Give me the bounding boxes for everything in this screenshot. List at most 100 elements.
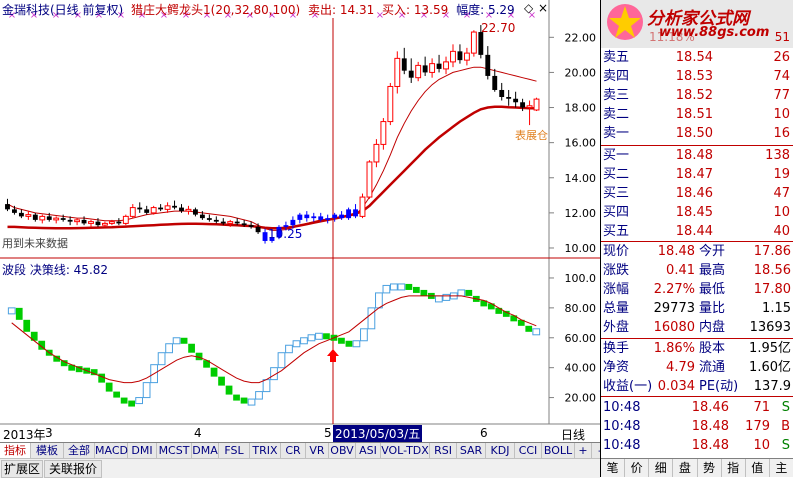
indicator-tab-voltdx[interactable]: VOL-TDX [381,443,430,458]
band-bar [210,367,218,377]
buy-row[interactable]: 买四 18.45 10 [601,203,793,222]
indicator-title: 猎庄大鳄龙头1(20,32,80,100) [131,3,301,17]
indicator-tab-sar[interactable]: SAR [457,443,486,458]
sell-volume: 74 [773,69,790,84]
indicator-tab-[interactable]: 全部 [64,443,95,458]
close-icon[interactable]: × [538,1,548,15]
band-bar [225,385,233,395]
quote-tab[interactable]: 细 [649,459,674,477]
indicator-tab-trix[interactable]: TRIX [250,443,281,458]
indicator-tab-fsl[interactable]: FSL [219,443,250,458]
indicator-tab-cr[interactable]: CR [281,443,306,458]
candle-body [101,222,108,226]
stat-label: 净资 [603,360,630,375]
candle-body [325,218,331,220]
quote-tab[interactable]: 势 [698,459,722,477]
band-bar [525,325,533,332]
stat-row: 涨幅 2.27% 最低 17.80 [601,280,793,299]
sell-row[interactable]: 卖四 18.53 74 [601,67,793,86]
sell-row[interactable]: 卖三 18.52 77 [601,86,793,105]
band-bar [367,307,376,330]
indicator-tab-mcst[interactable]: MCST [157,443,192,458]
indicator-tab-boll[interactable]: BOLL [542,443,575,458]
stat-value-2: 137.9 [753,379,791,394]
quote-tab[interactable]: 值 [746,459,770,477]
band-bar [23,319,31,332]
band-bar [285,344,293,354]
buy-row[interactable]: 买三 18.46 47 [601,184,793,203]
stat-value: 18.48 [657,244,695,259]
quote-tab[interactable]: 指 [722,459,746,477]
tick-time: 10:48 [603,419,641,434]
buy-volume: 138 [765,148,790,163]
indicator-tab-dma[interactable]: DMA [192,443,219,458]
buy-row[interactable]: 买五 18.44 40 [601,222,793,241]
sub-axis-label: 40.00 [565,362,597,375]
ad-banner[interactable]: 分析家公式网 www.88gs.com [601,0,793,48]
buy-label: 买入: 13.59 [382,3,449,17]
stat-label: 现价 [603,244,630,259]
sell-row[interactable]: 卖二 18.51 10 [601,105,793,124]
stat-row: 现价 18.48 今开 17.86 [601,242,793,261]
band-bar [434,295,443,303]
stat-value-2: 13693 [749,320,791,335]
quote-tab[interactable]: 盘 [673,459,698,477]
diamond-icon[interactable]: ◇ [524,1,533,15]
indicator-tab-cci[interactable]: CCI [515,443,542,458]
stat-value: 2.27% [653,282,695,297]
indicator-tab-vr[interactable]: VR [306,443,329,458]
candle-body [234,221,240,224]
band-bar [105,382,113,392]
quote-tab-bar: 笔价细盘势指值主 [601,458,793,477]
indicator-tab-kdj[interactable]: KDJ [486,443,515,458]
indicator-tab-rsi[interactable]: RSI [430,443,457,458]
period-label[interactable]: 日线 [561,426,585,443]
band-bar [345,340,353,347]
tick-volume: 10 [753,438,770,453]
candle-body [95,221,101,226]
indicator-tab-[interactable]: 指标 [0,443,31,458]
quote-tab[interactable]: 笔 [601,459,626,477]
ext-tab-related[interactable]: 关联报价 [44,460,102,478]
candle-body [332,214,338,219]
band-bar [7,307,16,315]
candle-body [415,64,422,79]
indicator-tab-[interactable]: 模板 [31,443,64,458]
candle-body [478,32,484,55]
indicator-tab-asi[interactable]: ASI [356,443,381,458]
range-label: 幅度: 5.29 [456,3,515,17]
candle-body [164,205,171,210]
candle-body [485,54,491,76]
indicator-tab-dmi[interactable]: DMI [128,443,157,458]
tick-price: 18.48 [691,438,729,453]
sell-volume: 16 [773,126,790,141]
indicator-tab-[interactable]: + [575,443,592,458]
main-axis-label: 16.00 [565,137,597,150]
high-annotation: 22.70 [481,21,516,35]
candle-body [450,50,456,63]
tick-price: 18.48 [691,419,729,434]
stat-label: 总量 [603,301,630,316]
stat-label-2: 内盘 [699,320,726,335]
buy-price: 18.46 [675,186,713,201]
band-bar [338,337,345,344]
indicator-tab-macd[interactable]: MACD [95,443,128,458]
main-axis-label: 14.00 [565,172,597,185]
sell-row[interactable]: 卖一 18.50 16 [601,124,793,143]
stat-label-2: 今开 [699,244,726,259]
candle-body [18,212,24,217]
indicator-tab-obv[interactable]: OBV [329,443,356,458]
stat-value: 29773 [653,301,695,316]
candle-body [373,143,380,163]
sell-row[interactable]: 卖五 18.54 26 [601,48,793,67]
buy-row[interactable]: 买一 18.48 138 [601,146,793,165]
ext-tab-expand[interactable]: 扩展区 [1,460,43,478]
stat-label-2: PE(动) [699,379,739,394]
buy-row[interactable]: 买二 18.47 19 [601,165,793,184]
quote-tab[interactable]: 价 [625,459,650,477]
indicator-tab-bar: 指标 模板 全部 MACD DMI MCST DMA FSL TRIX CR VR OBV ASI VOL… [0,442,624,459]
sell-volume: 10 [773,107,790,122]
stat-value: 1.86% [653,341,695,356]
band-bar [382,284,391,294]
quote-tab[interactable]: 主 [770,459,793,477]
